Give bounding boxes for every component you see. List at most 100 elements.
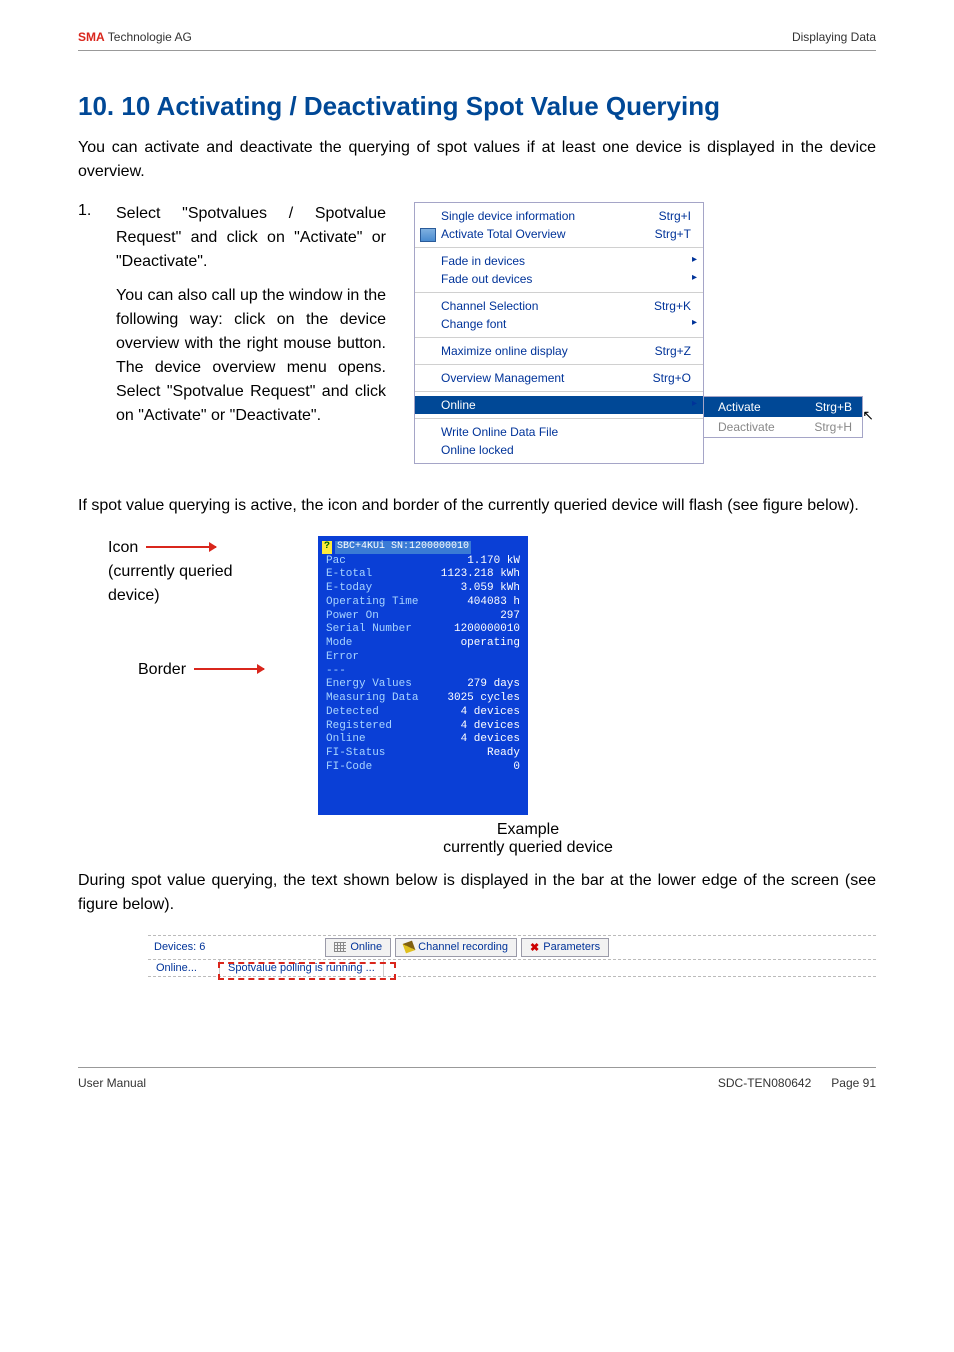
device-row-value: 1123.218 kWh xyxy=(441,568,520,582)
device-title: SBC+4KUi SN:1200000010 xyxy=(335,541,471,554)
submenu-online: Activate Strg+B ↖ Deactivate Strg+H xyxy=(703,396,863,438)
label-border: Border xyxy=(138,658,186,682)
device-row-value: 3.059 kWh xyxy=(461,582,520,596)
menu-item-label: Overview Management xyxy=(441,371,564,385)
device-row-key: E-today xyxy=(326,582,372,596)
device-row-key: Measuring Data xyxy=(326,692,418,706)
menu-item-label: Maximize online display xyxy=(441,344,568,358)
figure-labels: Icon (currently queried device) Border xyxy=(78,536,288,857)
menu-item-change-font[interactable]: Change font xyxy=(415,315,703,333)
context-menu: Single device information Strg+I Activat… xyxy=(414,202,704,464)
device-row-value: 404083 h xyxy=(467,596,520,610)
submenu-shortcut: Strg+H xyxy=(814,420,852,434)
footer-page: Page 91 xyxy=(831,1076,876,1090)
toolbar-row: Devices: 6 Online Channel recording ✖ Pa… xyxy=(148,935,876,960)
submenu-item-deactivate[interactable]: Deactivate Strg+H xyxy=(704,417,862,437)
menu-item-label: Fade in devices xyxy=(441,254,525,268)
device-row: Detected 4 devices xyxy=(318,706,528,720)
device-row-value: 4 devices xyxy=(461,706,520,720)
devices-count: Devices: 6 xyxy=(148,941,205,953)
submenu-label: Activate xyxy=(718,400,761,414)
header-section: Displaying Data xyxy=(792,30,876,44)
header-brand: SMA xyxy=(78,30,105,44)
device-row-key: Serial Number xyxy=(326,623,412,637)
step-number: 1. xyxy=(78,202,98,464)
device-rows: Pac1.170 kWE-total 1123.218 kWh E-today 3.0… xyxy=(318,555,528,665)
menu-item-online-locked[interactable]: Online locked xyxy=(415,441,703,459)
caption-line-1: Example xyxy=(318,821,738,839)
device-figure: Icon (currently queried device) Border ?… xyxy=(78,536,876,857)
page-header: SMA Technologie AG Displaying Data xyxy=(78,30,876,51)
step-text-p2: You can also call up the window in the f… xyxy=(116,284,386,428)
device-row-value: 297 xyxy=(500,610,520,624)
device-row-key: E-total xyxy=(326,568,372,582)
device-row-key: Pac xyxy=(326,555,346,569)
device-row: Power On 297 xyxy=(318,610,528,624)
pen-icon xyxy=(403,941,416,954)
x-icon: ✖ xyxy=(530,941,539,954)
device-row-key: FI-Status xyxy=(326,747,385,761)
device-row: E-today 3.059 kWh xyxy=(318,582,528,596)
section-title: 10. 10 Activating / Deactivating Spot Va… xyxy=(78,91,876,122)
device-rows-2: Energy Values279 daysMeasuring Data3025 … xyxy=(318,678,528,774)
device-row-key: Registered xyxy=(326,720,392,734)
device-row-value: 1200000010 xyxy=(454,623,520,637)
menu-item-label: Online locked xyxy=(441,443,514,457)
toolbar-buttons: Online Channel recording ✖ Parameters xyxy=(325,938,609,957)
footer-docid: SDC-TEN080642 xyxy=(718,1076,811,1090)
device-row-value: 279 days xyxy=(467,678,520,692)
device-row-key: Error xyxy=(326,651,359,665)
device-row: Measuring Data 3025 cycles xyxy=(318,692,528,706)
device-row: Online4 devices xyxy=(318,733,528,747)
menu-item-maximize[interactable]: Maximize online display Strg+Z xyxy=(415,342,703,360)
arrow-icon xyxy=(146,546,216,548)
device-row-value: 3025 cycles xyxy=(447,692,520,706)
menu-item-label: Online xyxy=(441,398,476,412)
figure-caption: Example currently queried device xyxy=(318,821,738,857)
submenu-shortcut: Strg+B xyxy=(815,400,852,414)
device-row: FI-Status Ready xyxy=(318,747,528,761)
menu-item-write-online-data[interactable]: Write Online Data File xyxy=(415,423,703,441)
intro-paragraph: You can activate and deactivate the quer… xyxy=(78,136,876,184)
menu-item-single-device[interactable]: Single device information Strg+I xyxy=(415,207,703,225)
device-row-value: 4 devices xyxy=(461,720,520,734)
device-row-value: 0 xyxy=(513,761,520,775)
menu-item-label: Fade out devices xyxy=(441,272,532,286)
menu-item-shortcut: Strg+Z xyxy=(655,344,691,358)
menu-item-channel-selection[interactable]: Channel Selection Strg+K xyxy=(415,297,703,315)
button-label: Online xyxy=(350,941,382,953)
submenu-item-activate[interactable]: Activate Strg+B ↖ xyxy=(704,397,862,417)
device-row-key: Power On xyxy=(326,610,379,624)
status-left: Online... xyxy=(148,960,220,976)
online-button[interactable]: Online xyxy=(325,938,391,957)
device-row: Serial Number 1200000010 xyxy=(318,623,528,637)
step-text-p1: Select "Spotvalues / Spotvalue Request" … xyxy=(116,202,386,274)
header-left: SMA Technologie AG xyxy=(78,30,192,44)
parameters-button[interactable]: ✖ Parameters xyxy=(521,938,609,957)
device-row: Pac1.170 kW xyxy=(318,555,528,569)
context-menu-figure: Single device information Strg+I Activat… xyxy=(404,202,876,464)
button-label: Channel recording xyxy=(418,941,508,953)
device-row: FI-Code 0 xyxy=(318,761,528,775)
menu-item-shortcut: Strg+T xyxy=(655,227,691,241)
menu-item-fade-out[interactable]: Fade out devices xyxy=(415,270,703,288)
lower-paragraph: During spot value querying, the text sho… xyxy=(78,869,876,917)
menu-item-label: Change font xyxy=(441,317,506,331)
menu-item-overview-mgmt[interactable]: Overview Management Strg+O xyxy=(415,369,703,387)
device-panel-wrap: ? SBC+4KUi SN:1200000010 Pac1.170 kWE-to… xyxy=(318,536,738,857)
device-row-value: 4 devices xyxy=(461,733,520,747)
menu-item-online[interactable]: Online Activate Strg+B ↖ Deactivate Strg… xyxy=(415,396,703,414)
menu-item-label: Activate Total Overview xyxy=(441,227,566,241)
arrow-icon xyxy=(194,668,264,670)
menu-item-label: Write Online Data File xyxy=(441,425,558,439)
menu-item-fade-in[interactable]: Fade in devices xyxy=(415,252,703,270)
separator: --- xyxy=(318,665,528,679)
caption-line-2: currently queried device xyxy=(318,839,738,857)
step-1-row: 1. Select "Spotvalues / Spotvalue Reques… xyxy=(78,202,876,464)
device-row-key: Detected xyxy=(326,706,379,720)
channel-recording-button[interactable]: Channel recording xyxy=(395,938,517,957)
menu-item-activate-total[interactable]: Activate Total Overview Strg+T xyxy=(415,225,703,243)
device-row-key: FI-Code xyxy=(326,761,372,775)
footer-left: User Manual xyxy=(78,1076,146,1090)
device-row-value: Ready xyxy=(487,747,520,761)
